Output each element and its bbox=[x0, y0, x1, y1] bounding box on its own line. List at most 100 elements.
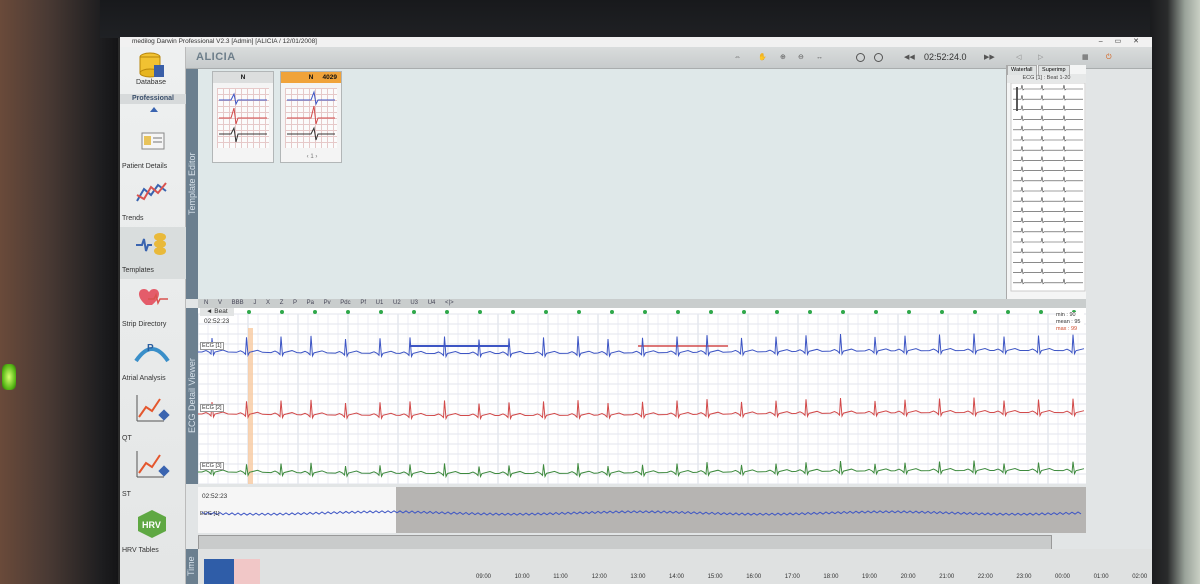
beat-code-button[interactable]: N bbox=[204, 300, 218, 306]
svg-text:P: P bbox=[147, 343, 154, 354]
sidebar-item-patient-details[interactable]: Patient Details bbox=[120, 123, 186, 175]
fast-forward-icon[interactable]: ▶▶ bbox=[984, 52, 995, 64]
beat-marker bbox=[742, 310, 746, 314]
beat-code-button[interactable]: Pv bbox=[324, 300, 341, 306]
database-icon bbox=[139, 52, 164, 78]
sidebar-item-hrv-tables[interactable]: HRV HRV Tables bbox=[120, 507, 186, 559]
ecg-traces[interactable] bbox=[198, 308, 1086, 484]
beat-marker bbox=[841, 310, 845, 314]
tool-playback-icon[interactable] bbox=[874, 53, 883, 62]
beat-tab[interactable]: ◄ Beat bbox=[200, 308, 234, 316]
beat-marker bbox=[379, 310, 383, 314]
sidebar-item-trends[interactable]: Trends bbox=[120, 175, 186, 227]
app-screen: medilog Darwin Professional V2.3 [Admin]… bbox=[120, 37, 1152, 584]
svg-text:HRV: HRV bbox=[142, 520, 161, 530]
beat-code-button[interactable]: P bbox=[293, 300, 307, 306]
tool-calipers-icon[interactable]: ↔ bbox=[816, 52, 823, 64]
timeline-tick-label: 22:00 bbox=[977, 574, 993, 580]
template-class: N bbox=[308, 74, 314, 81]
overview-strip[interactable]: 02:52:23 ECG [1] bbox=[198, 487, 1086, 533]
tool-hand-icon[interactable]: ✋ bbox=[758, 52, 767, 64]
rewind-icon[interactable]: ◀◀ bbox=[904, 52, 915, 64]
window-controls[interactable]: – ▭ ✕ bbox=[1099, 37, 1144, 47]
beat-marker bbox=[1006, 310, 1010, 314]
power-icon[interactable]: ⏻ bbox=[1106, 52, 1112, 64]
tool-zoom-in-icon[interactable]: ⊕ bbox=[780, 52, 786, 64]
tool-fit-icon[interactable]: ⇔ bbox=[734, 52, 741, 64]
beat-code-button[interactable]: Z bbox=[280, 300, 293, 306]
sidebar-item-qt[interactable]: QT bbox=[120, 391, 186, 443]
template-card[interactable]: N bbox=[212, 71, 274, 163]
timeline-tick-label: 14:00 bbox=[669, 574, 685, 580]
beat-marker bbox=[544, 310, 548, 314]
template-editor: N N 4029 ‹ 1 › bbox=[198, 69, 1006, 299]
beat-code-button[interactable]: Pdc bbox=[340, 300, 360, 306]
timeline-label: Time bbox=[186, 549, 198, 584]
current-time: 02:52:24.0 bbox=[924, 52, 967, 62]
beat-code-bar[interactable]: N V BBB J X Z P Pa Pv Pdc Pf U1 U2 U3 U4… bbox=[198, 299, 1086, 308]
timeline[interactable]: Time 09:00 10:00 11:00 12:00 13:00 14:00 15:00… bbox=[186, 549, 1152, 584]
heart-rate-stats: min : 90 mean : 95 max : 99 bbox=[1056, 312, 1084, 333]
next-event-icon[interactable]: ▷ bbox=[1038, 52, 1043, 64]
beat-marker bbox=[874, 310, 878, 314]
sidebar-item-st[interactable]: ST bbox=[120, 447, 186, 499]
beat-code-button[interactable]: U1 bbox=[376, 300, 393, 306]
beat-code-button[interactable]: BBB bbox=[232, 300, 254, 306]
ecg-detail-viewer: ◄ Beat 02:52:23 min : 90 mean : 95 max :… bbox=[198, 308, 1086, 484]
sidebar-item-templates[interactable]: Templates bbox=[120, 227, 186, 279]
beat-code-button[interactable]: U2 bbox=[393, 300, 410, 306]
beat-marker bbox=[445, 310, 449, 314]
patient-card-icon bbox=[141, 132, 165, 150]
window-title: medilog Darwin Professional V2.3 [Admin]… bbox=[132, 38, 317, 45]
beat-marker bbox=[676, 310, 680, 314]
monitor-bezel-right bbox=[1150, 0, 1200, 584]
st-chart-icon bbox=[136, 451, 170, 478]
hrv-icon: HRV bbox=[138, 510, 166, 538]
template-header: N 4029 bbox=[281, 72, 341, 83]
tool-record-icon[interactable] bbox=[856, 53, 865, 62]
template-editor-label: Template Editor bbox=[186, 69, 198, 299]
beat-marker bbox=[247, 310, 251, 314]
beat-code-button[interactable]: J bbox=[253, 300, 266, 306]
print-icon[interactable]: ▦ bbox=[1082, 52, 1089, 64]
beat-marker bbox=[808, 310, 812, 314]
channel-label: ECG [3] bbox=[200, 462, 224, 470]
beat-marker bbox=[643, 310, 647, 314]
monitor-bezel-left bbox=[0, 0, 118, 584]
waterfall-title: ECG [1] : Beat 1-20 bbox=[1007, 74, 1086, 83]
sidebar-item-atrial-analysis[interactable]: P Atrial Analysis bbox=[120, 335, 186, 387]
timeline-tick-label: 13:00 bbox=[630, 574, 646, 580]
overview-time: 02:52:23 bbox=[202, 493, 228, 500]
timeline-position[interactable] bbox=[234, 559, 260, 584]
power-led-icon bbox=[2, 364, 16, 390]
beat-marker bbox=[907, 310, 911, 314]
prev-event-icon[interactable]: ◁ bbox=[1016, 52, 1021, 64]
beat-code-button[interactable]: <|> bbox=[445, 300, 454, 306]
template-card-selected[interactable]: N 4029 ‹ 1 › bbox=[280, 71, 342, 163]
edition-label: Professional bbox=[120, 94, 186, 104]
beat-code-button[interactable]: V bbox=[218, 300, 232, 306]
timeline-tick-label: 11:00 bbox=[553, 574, 568, 580]
beat-code-button[interactable]: X bbox=[266, 300, 280, 306]
channel-label: ECG [2] bbox=[200, 404, 224, 412]
templates-icon bbox=[136, 233, 166, 255]
sidebar-item-strip-directory[interactable]: Strip Directory bbox=[120, 281, 186, 333]
tool-zoom-out-icon[interactable]: ⊖ bbox=[798, 52, 804, 64]
template-count: 4029 bbox=[322, 74, 337, 81]
hr-min: min : 90 bbox=[1056, 312, 1076, 318]
timeline-tick-label: 01:00 bbox=[1093, 574, 1109, 580]
scroll-up-icon[interactable] bbox=[150, 107, 158, 112]
beat-code-button[interactable]: U3 bbox=[410, 300, 427, 306]
beat-code-button[interactable]: Pa bbox=[307, 300, 324, 306]
title-bar: medilog Darwin Professional V2.3 [Admin]… bbox=[120, 37, 1152, 47]
beat-codes[interactable]: N V BBB J X Z P Pa Pv Pdc Pf U1 U2 U3 U4… bbox=[204, 300, 454, 306]
template-pager[interactable]: ‹ 1 › bbox=[281, 154, 343, 160]
beat-code-button[interactable]: Pf bbox=[360, 300, 375, 306]
beat-code-button[interactable]: U4 bbox=[428, 300, 445, 306]
hr-max: max : 99 bbox=[1056, 326, 1078, 332]
template-preview bbox=[285, 88, 337, 148]
timeline-tick-label: 19:00 bbox=[862, 574, 878, 580]
monitor-bezel-top bbox=[100, 0, 1165, 38]
beat-marker bbox=[412, 310, 416, 314]
detail-time: 02:52:23 bbox=[204, 318, 230, 325]
